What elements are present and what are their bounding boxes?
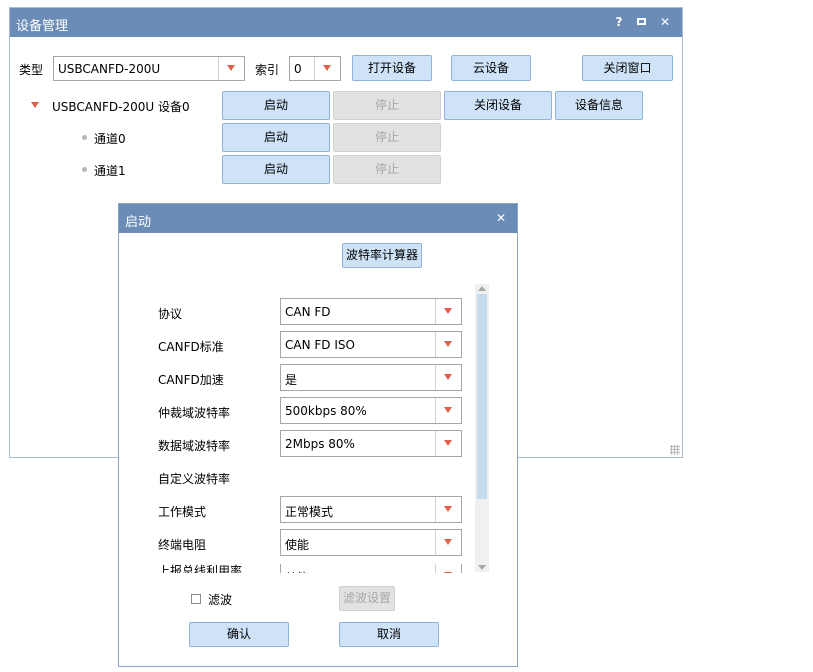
protocol-select[interactable]: CAN FD [280, 298, 462, 325]
work-mode-select[interactable]: 正常模式 [280, 496, 462, 523]
vertical-scrollbar[interactable] [475, 284, 489, 572]
close-window-button[interactable]: 关闭窗口 [582, 55, 673, 81]
channel-1-start-button[interactable]: 启动 [222, 155, 330, 184]
channel-1-label[interactable]: 通道1 [94, 162, 126, 179]
chevron-down-icon[interactable] [435, 332, 461, 357]
type-select[interactable]: USBCANFD-200U [53, 56, 245, 81]
chevron-down-icon[interactable] [314, 57, 340, 80]
help-icon[interactable]: ? [609, 12, 629, 32]
protocol-value: CAN FD [285, 305, 331, 319]
arbitration-baud-value: 500kbps 80% [285, 404, 367, 418]
cloud-device-button[interactable]: 云设备 [451, 55, 531, 81]
termination-value: 使能 [285, 538, 310, 552]
bus-usage-select[interactable]: 禁能 [280, 564, 462, 573]
close-device-button[interactable]: 关闭设备 [444, 91, 552, 120]
close-icon[interactable]: ✕ [491, 208, 511, 228]
canfd-standard-value: CAN FD ISO [285, 338, 355, 352]
canfd-accel-select[interactable]: 是 [280, 364, 462, 391]
arbitration-baud-label: 仲裁域波特率 [158, 406, 231, 420]
clipped-row: 上报总线利用率 禁能 [119, 564, 475, 573]
start-dialog: 启动 ✕ 波特率计算器 协议 CAN FD CANFD标准 CAN FD ISO… [118, 203, 518, 667]
device-stop-button[interactable]: 停止 [333, 91, 441, 120]
index-select[interactable]: 0 [289, 56, 341, 81]
canfd-accel-value: 是 [285, 373, 298, 387]
resize-grip-icon[interactable] [670, 445, 680, 455]
termination-select[interactable]: 使能 [280, 529, 462, 556]
canfd-standard-select[interactable]: CAN FD ISO [280, 331, 462, 358]
open-device-button[interactable]: 打开设备 [352, 55, 432, 81]
dialog-title: 启动 [125, 215, 152, 230]
cancel-button[interactable]: 取消 [339, 622, 439, 647]
baud-calculator-button[interactable]: 波特率计算器 [342, 243, 422, 268]
work-mode-label: 工作模式 [158, 505, 207, 519]
protocol-label: 协议 [158, 307, 183, 321]
maximize-icon[interactable] [632, 12, 652, 32]
scroll-down-icon[interactable] [478, 565, 486, 570]
scroll-up-icon[interactable] [478, 286, 486, 291]
termination-label: 终端电阻 [158, 538, 207, 552]
close-icon[interactable]: ✕ [655, 12, 675, 32]
filter-checkbox[interactable] [191, 594, 201, 604]
filter-settings-button[interactable]: 滤波设置 [339, 586, 395, 611]
data-baud-value: 2Mbps 80% [285, 437, 355, 451]
tree-bullet-icon [82, 135, 87, 140]
tree-bullet-icon [82, 167, 87, 172]
index-label: 索引 [255, 63, 280, 77]
device-start-button[interactable]: 启动 [222, 91, 330, 120]
canfd-standard-label: CANFD标准 [158, 340, 224, 354]
device-node-label[interactable]: USBCANFD-200U 设备0 [52, 98, 190, 115]
device-info-button[interactable]: 设备信息 [555, 91, 643, 120]
index-select-value: 0 [294, 62, 302, 76]
channel-0-start-button[interactable]: 启动 [222, 123, 330, 152]
channel-0-stop-button[interactable]: 停止 [333, 123, 441, 152]
chevron-down-icon[interactable] [435, 431, 461, 456]
type-label: 类型 [19, 63, 44, 77]
data-baud-select[interactable]: 2Mbps 80% [280, 430, 462, 457]
chevron-down-icon[interactable] [218, 57, 244, 80]
channel-1-stop-button[interactable]: 停止 [333, 155, 441, 184]
chevron-down-icon[interactable] [435, 398, 461, 423]
bus-usage-value: 禁能 [285, 569, 309, 573]
bus-usage-label: 上报总线利用率 [158, 564, 243, 573]
filter-label: 滤波 [208, 593, 233, 607]
chevron-down-icon[interactable] [435, 564, 461, 573]
chevron-down-icon[interactable] [435, 530, 461, 555]
chevron-down-icon[interactable] [435, 299, 461, 324]
window-title: 设备管理 [16, 19, 69, 34]
chevron-down-icon[interactable] [435, 365, 461, 390]
data-baud-label: 数据域波特率 [158, 439, 231, 453]
scrollbar-thumb[interactable] [477, 294, 487, 499]
custom-baud-label: 自定义波特率 [158, 472, 231, 486]
canfd-accel-label: CANFD加速 [158, 373, 224, 387]
work-mode-value: 正常模式 [285, 505, 334, 519]
chevron-down-icon[interactable] [435, 497, 461, 522]
expand-arrow-icon[interactable] [31, 102, 39, 108]
main-titlebar[interactable]: 设备管理 ? ✕ [10, 8, 682, 37]
dialog-titlebar[interactable]: 启动 ✕ [119, 204, 517, 233]
arbitration-baud-select[interactable]: 500kbps 80% [280, 397, 462, 424]
type-select-value: USBCANFD-200U [58, 62, 161, 76]
channel-0-label[interactable]: 通道0 [94, 130, 126, 147]
confirm-button[interactable]: 确认 [189, 622, 289, 647]
